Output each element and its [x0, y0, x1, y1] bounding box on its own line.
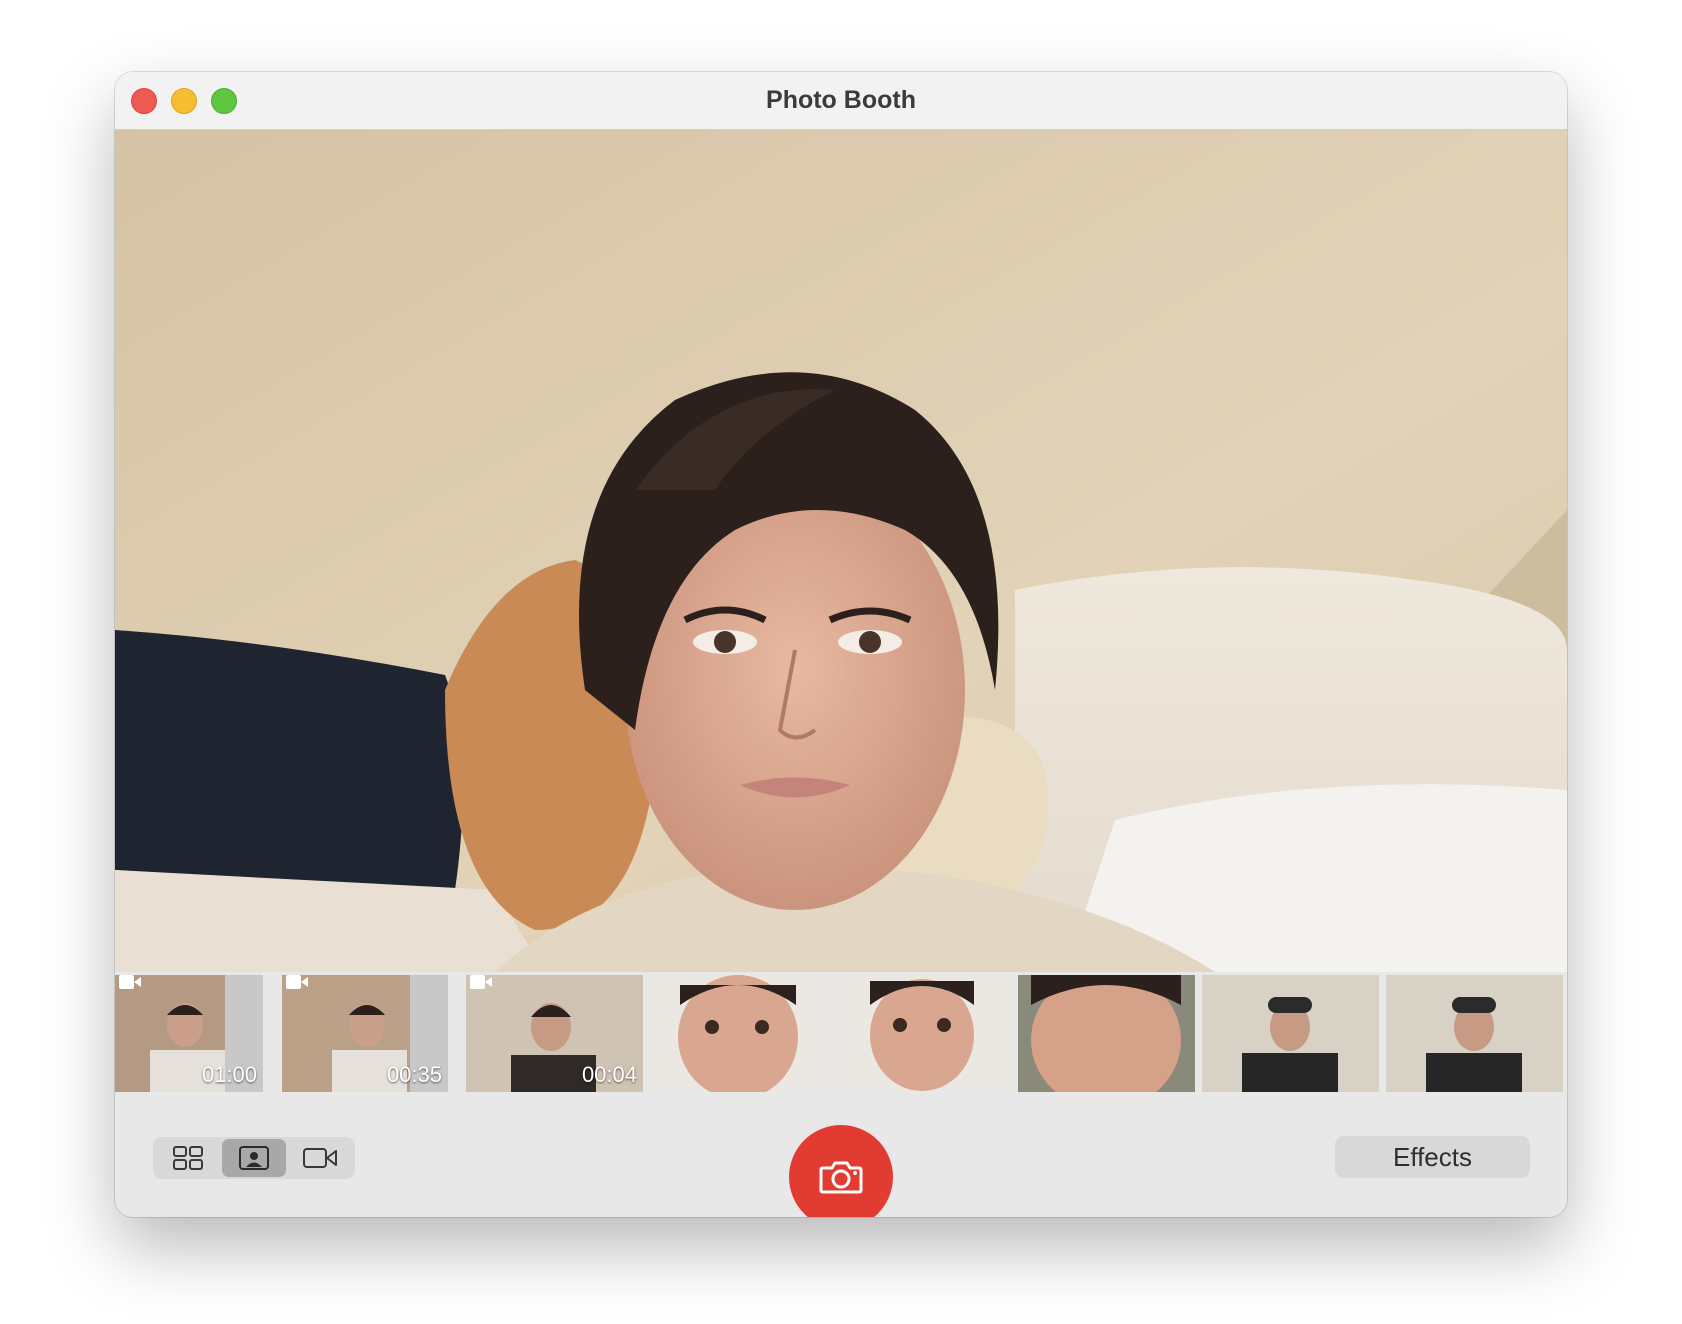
thumbnail-item[interactable] [650, 975, 827, 1092]
bottom-toolbar: Effects [115, 1092, 1567, 1217]
photo-booth-window: Photo Booth 01:00 00:35 00:04 Effects [115, 72, 1567, 1217]
video-camera-icon [470, 975, 492, 989]
video-camera-icon [303, 1148, 337, 1168]
video-duration: 00:04 [581, 1062, 637, 1087]
camera-icon [819, 1161, 863, 1194]
take-photo-button[interactable] [789, 1125, 893, 1217]
photo-view-button[interactable] [222, 1139, 286, 1177]
video-camera-icon [119, 975, 141, 989]
thumbnail-item[interactable] [834, 975, 1011, 1092]
live-camera-image [115, 130, 1567, 972]
view-mode-selector [153, 1137, 355, 1179]
video-camera-icon [286, 975, 308, 989]
effects-button[interactable]: Effects [1335, 1136, 1530, 1178]
thumbnail-item[interactable] [1202, 975, 1379, 1092]
thumbnail-item[interactable]: 00:04 [466, 975, 643, 1092]
grid-view-button[interactable] [156, 1139, 220, 1177]
thumbnail-item[interactable] [1018, 975, 1195, 1092]
thumbnail-strip: 01:00 00:35 00:04 [115, 975, 1567, 1092]
portrait-icon [239, 1146, 269, 1170]
grid-icon [173, 1146, 203, 1170]
window-title: Photo Booth [766, 86, 916, 114]
video-duration: 01:00 [201, 1062, 257, 1087]
thumbnail-item[interactable] [1386, 975, 1563, 1092]
video-duration: 00:35 [386, 1062, 442, 1087]
camera-preview [115, 130, 1567, 972]
thumbnail-item[interactable]: 01:00 [115, 975, 263, 1092]
video-view-button[interactable] [288, 1139, 352, 1177]
thumbnail-item[interactable]: 00:35 [282, 975, 448, 1092]
title-bar[interactable]: Photo Booth [115, 72, 1567, 130]
